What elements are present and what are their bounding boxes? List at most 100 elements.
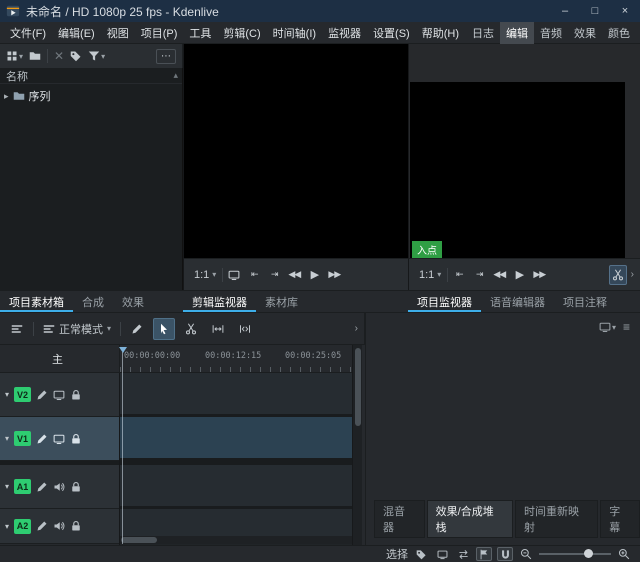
project-bin[interactable]: 名称 ▴ ▸ 序列: [0, 68, 183, 290]
menu-timeline[interactable]: 时间轴(I): [267, 22, 322, 44]
configure-tracks-button[interactable]: [6, 318, 28, 340]
track-target-badge[interactable]: A1: [14, 479, 31, 494]
track-target-badge[interactable]: V2: [14, 387, 31, 402]
forward-button[interactable]: ▶▶: [530, 265, 548, 285]
tab-effects[interactable]: 效果: [113, 291, 153, 312]
tag-button[interactable]: [70, 50, 82, 62]
effect-stack-menu-button[interactable]: ≡: [623, 320, 630, 334]
track-header-a2[interactable]: ▾ A2: [0, 509, 119, 544]
go-to-in-button[interactable]: ⇤: [450, 265, 468, 285]
timeline-zoom-in-button[interactable]: [616, 547, 632, 561]
scrollbar-thumb[interactable]: [355, 348, 361, 426]
preview-toggle-button[interactable]: [434, 547, 450, 561]
zone-marker-button[interactable]: [225, 265, 243, 285]
markers-toggle-button[interactable]: [476, 547, 492, 561]
workspace-color[interactable]: 颜色: [602, 22, 636, 44]
tab-compositions[interactable]: 合成: [73, 291, 113, 312]
project-zoom-select[interactable]: 1:1 ▾: [415, 267, 445, 283]
bin-name-column-header[interactable]: 名称 ▴: [0, 68, 182, 84]
tab-speech-editor[interactable]: 语音编辑器: [481, 291, 554, 312]
track-header-a1[interactable]: ▾ A1: [0, 465, 119, 509]
screen-icon[interactable]: [53, 389, 65, 401]
speaker-icon[interactable]: [53, 481, 65, 493]
menu-file[interactable]: 文件(F): [4, 22, 52, 44]
menu-monitor[interactable]: 监视器: [322, 22, 367, 44]
master-track-cell[interactable]: 主: [0, 345, 120, 373]
lane-v1[interactable]: [120, 417, 352, 461]
snap-toggle-button[interactable]: [497, 547, 513, 561]
tab-subtitles[interactable]: 字幕: [600, 500, 640, 538]
timeline-vertical-scrollbar[interactable]: [352, 345, 362, 545]
pen-icon[interactable]: [36, 520, 48, 532]
tab-library[interactable]: 素材库: [256, 291, 307, 312]
project-monitor-display[interactable]: 入点: [410, 82, 625, 258]
pen-icon[interactable]: [36, 433, 48, 445]
tab-project-notes[interactable]: 项目注释: [554, 291, 616, 312]
go-to-out-button[interactable]: ⇥: [265, 265, 283, 285]
bin-view-mode-button[interactable]: ▾: [6, 50, 23, 62]
expand-chevron-icon[interactable]: ▸: [4, 91, 9, 102]
workspace-editing[interactable]: 编辑: [500, 22, 534, 44]
track-header-v2[interactable]: ▾ V2: [0, 373, 119, 417]
go-to-out-button[interactable]: ⇥: [470, 265, 488, 285]
effect-stack-view-button[interactable]: ▾: [599, 321, 616, 333]
lock-icon[interactable]: [70, 481, 82, 493]
lock-icon[interactable]: [70, 433, 82, 445]
create-folder-button[interactable]: [29, 50, 41, 62]
timeline-zoom-slider[interactable]: [539, 547, 611, 561]
rewind-button[interactable]: ◀◀: [490, 265, 508, 285]
bin-item-sequence[interactable]: ▸ 序列: [0, 84, 182, 108]
speaker-icon[interactable]: [53, 520, 65, 532]
scroll-up-icon[interactable]: ▴: [173, 70, 178, 81]
tab-project-bin[interactable]: 项目素材箱: [0, 291, 73, 312]
tab-clip-monitor[interactable]: 剪辑监视器: [183, 291, 256, 312]
lane-a1[interactable]: [120, 465, 352, 509]
collapse-chevron-icon[interactable]: ▾: [5, 390, 9, 399]
maximize-button[interactable]: □: [580, 0, 610, 22]
forward-button[interactable]: ▶▶: [325, 265, 343, 285]
edit-mode-select[interactable]: 正常模式 ▾: [39, 319, 115, 339]
rewind-button[interactable]: ◀◀: [285, 265, 303, 285]
menu-tools[interactable]: 工具: [183, 22, 217, 44]
lane-v2[interactable]: [120, 373, 352, 417]
scrollbar-thumb[interactable]: [121, 537, 157, 543]
titlebar[interactable]: 未命名 / HD 1080p 25 fps - Kdenlive – □ ×: [0, 0, 640, 22]
menu-settings[interactable]: 设置(S): [367, 22, 416, 44]
track-target-badge[interactable]: A2: [14, 519, 31, 534]
slider-thumb[interactable]: [584, 549, 593, 558]
close-button[interactable]: ×: [610, 0, 640, 22]
slip-tool-button[interactable]: [234, 318, 256, 340]
pen-icon[interactable]: [36, 389, 48, 401]
screen-icon[interactable]: [53, 433, 65, 445]
track-header-v1[interactable]: ▾ V1: [0, 417, 119, 461]
razor-tool-button[interactable]: [180, 318, 202, 340]
menu-help[interactable]: 帮助(H): [416, 22, 465, 44]
clip-zoom-select[interactable]: 1:1 ▾: [190, 267, 220, 283]
collapse-chevron-icon[interactable]: ▾: [5, 434, 9, 443]
selection-tool-button[interactable]: [153, 318, 175, 340]
timeline-lanes[interactable]: [120, 373, 352, 545]
clip-monitor-display[interactable]: [183, 44, 408, 258]
mixes-toggle-button[interactable]: [455, 547, 471, 561]
menu-project[interactable]: 项目(P): [135, 22, 184, 44]
tab-time-remap[interactable]: 时间重新映射: [515, 500, 598, 538]
playhead-marker[interactable]: [119, 347, 127, 353]
play-button[interactable]: ▶: [510, 265, 528, 285]
menu-edit[interactable]: 编辑(E): [52, 22, 101, 44]
go-to-in-button[interactable]: ⇤: [245, 265, 263, 285]
workspace-effects[interactable]: 效果: [568, 22, 602, 44]
tab-mixer[interactable]: 混音器: [374, 500, 425, 538]
collapse-chevron-icon[interactable]: ▾: [5, 522, 9, 531]
tag-toggle-button[interactable]: [413, 547, 429, 561]
timeline-zoom-out-button[interactable]: [518, 547, 534, 561]
play-button[interactable]: ▶: [305, 265, 323, 285]
track-target-badge[interactable]: V1: [14, 431, 31, 446]
trim-zone-button[interactable]: [609, 265, 627, 285]
toolbar-overflow-chevron-icon[interactable]: ›: [631, 269, 634, 280]
timeline-toolbar-overflow-icon[interactable]: ›: [355, 323, 358, 334]
workspace-audio[interactable]: 音频: [534, 22, 568, 44]
timeline-horizontal-scrollbar[interactable]: [120, 536, 352, 544]
tab-project-monitor[interactable]: 项目监视器: [408, 291, 481, 312]
tab-effect-stack[interactable]: 效果/合成堆栈: [427, 500, 513, 538]
lock-icon[interactable]: [70, 389, 82, 401]
